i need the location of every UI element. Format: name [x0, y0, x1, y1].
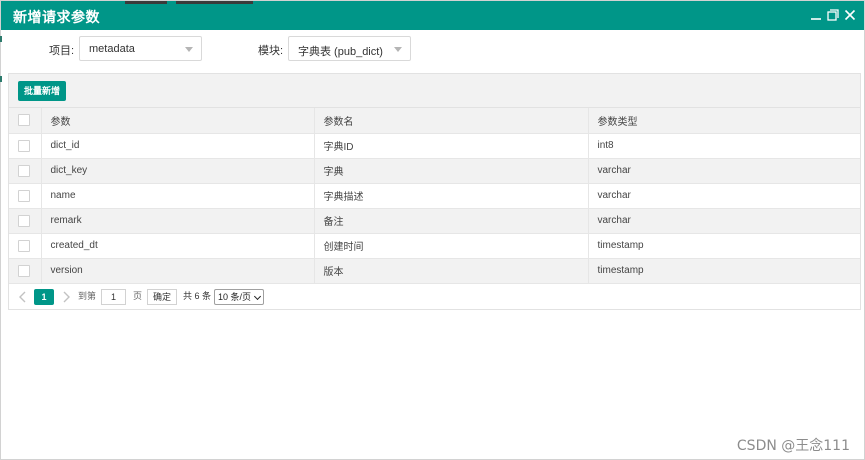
dialog-titlebar[interactable]: 新增请求参数: [1, 1, 864, 30]
dialog-title: 新增请求参数: [13, 9, 100, 25]
batch-add-button[interactable]: 批量新增: [18, 81, 67, 101]
project-label: 项目:: [49, 45, 75, 57]
table-row[interactable]: created_dt 创建时间 timestamp: [9, 233, 860, 259]
row-select-cell: [9, 158, 42, 184]
param-cell: remark: [41, 208, 315, 234]
chevron-down-icon: [394, 47, 402, 52]
row-select-cell: [9, 133, 42, 159]
table-toolbar: 批量新增: [9, 74, 860, 108]
module-label: 模块:: [258, 45, 284, 57]
row-checkbox[interactable]: [18, 239, 30, 252]
goto-confirm-button[interactable]: 确定: [147, 289, 178, 305]
row-checkbox[interactable]: [18, 139, 30, 152]
param-cell: version: [41, 258, 315, 284]
goto-page-input[interactable]: 1: [101, 289, 126, 305]
minimize-icon[interactable]: [810, 9, 822, 21]
chevron-down-icon: [253, 292, 262, 301]
param-type-cell: varchar: [588, 208, 860, 234]
table-header-row: 参数 参数名 参数类型: [9, 108, 860, 134]
row-select-cell: [9, 183, 42, 209]
table-row[interactable]: dict_id 字典ID int8: [9, 133, 860, 159]
background-edge-mark: [0, 76, 2, 82]
param-cell: created_dt: [41, 233, 315, 259]
param-name-cell: 备注: [314, 208, 589, 234]
row-checkbox[interactable]: [18, 164, 30, 177]
column-header-param-type[interactable]: 参数类型: [588, 108, 860, 134]
params-table: 参数 参数名 参数类型 dict_id 字典ID int8 dict_key 字…: [9, 108, 860, 284]
page-size-select[interactable]: 10 条/页: [214, 289, 264, 305]
page-unit-label: 页: [133, 291, 143, 301]
param-type-cell: int8: [588, 133, 860, 159]
close-icon[interactable]: [844, 9, 856, 21]
row-checkbox[interactable]: [18, 214, 30, 227]
param-name-cell: 版本: [314, 258, 589, 284]
param-type-cell: timestamp: [588, 233, 860, 259]
chevron-left-icon[interactable]: [17, 290, 29, 304]
row-checkbox[interactable]: [18, 189, 30, 202]
param-type-cell: varchar: [588, 183, 860, 209]
column-header-param[interactable]: 参数: [41, 108, 315, 134]
table-row[interactable]: version 版本 timestamp: [9, 258, 860, 284]
window-controls: [810, 9, 856, 21]
watermark: CSDN @王念111: [736, 438, 850, 454]
chevron-down-icon: [185, 47, 193, 52]
pagination: 1 到第 1 页 确定 共 6 条 10 条/页: [9, 284, 860, 310]
select-all-checkbox[interactable]: [18, 114, 30, 127]
add-request-params-dialog: 新增请求参数 项目: metadata 模块: 字典表 (pub_dict) 批…: [0, 0, 865, 460]
table-row[interactable]: remark 备注 varchar: [9, 208, 860, 234]
param-cell: dict_key: [41, 158, 315, 184]
background-tab-strip: [176, 1, 253, 4]
param-name-cell: 字典ID: [314, 133, 589, 159]
project-select-value: metadata: [89, 43, 135, 55]
page-number-current[interactable]: 1: [34, 289, 54, 305]
row-select-cell: [9, 258, 42, 284]
page-size-value: 10 条/页: [218, 292, 252, 302]
param-cell: name: [41, 183, 315, 209]
total-count-label: 共 6 条: [183, 291, 212, 301]
param-name-cell: 字典: [314, 158, 589, 184]
table-row[interactable]: name 字典描述 varchar: [9, 183, 860, 209]
params-table-panel: 批量新增 参数 参数名 参数类型 dict_id 字典ID int8 dict_…: [8, 73, 861, 310]
maximize-icon[interactable]: [827, 9, 839, 21]
row-checkbox[interactable]: [18, 264, 30, 277]
row-select-cell: [9, 233, 42, 259]
param-cell: dict_id: [41, 133, 315, 159]
filter-bar: 项目: metadata 模块: 字典表 (pub_dict): [1, 36, 864, 62]
param-name-cell: 字典描述: [314, 183, 589, 209]
select-all-cell: [9, 108, 42, 134]
table-row[interactable]: dict_key 字典 varchar: [9, 158, 860, 184]
module-select-value: 字典表 (pub_dict): [298, 46, 383, 58]
module-select[interactable]: 字典表 (pub_dict): [288, 36, 411, 61]
row-select-cell: [9, 208, 42, 234]
goto-label: 到第: [78, 291, 97, 301]
param-type-cell: varchar: [588, 158, 860, 184]
project-select[interactable]: metadata: [79, 36, 202, 61]
background-edge-mark: [0, 36, 2, 42]
param-name-cell: 创建时间: [314, 233, 589, 259]
background-tab-strip: [125, 1, 167, 4]
chevron-right-icon[interactable]: [60, 290, 72, 304]
param-type-cell: timestamp: [588, 258, 860, 284]
column-header-param-name[interactable]: 参数名: [314, 108, 589, 134]
